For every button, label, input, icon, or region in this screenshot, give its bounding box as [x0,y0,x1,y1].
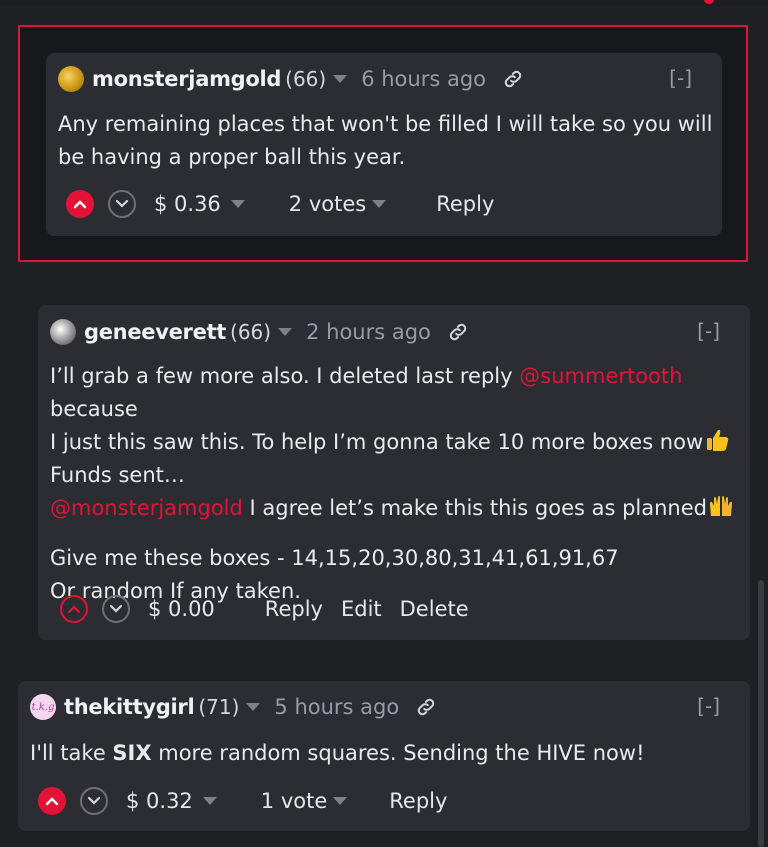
thumbs-up-icon [707,429,729,451]
comment-card: monsterjamgold (66) 6 hours ago [-] Any … [46,53,722,236]
raised-hands-icon [710,496,732,516]
user-photo-avatar[interactable] [50,319,76,345]
username[interactable]: thekittygirl [64,695,195,719]
comment-text: Any remaining places that won't be fille… [58,112,713,169]
tkg-logo-avatar[interactable]: t.k.g [30,694,56,720]
reputation: (66) [285,67,327,91]
chevron-up-icon [45,797,59,806]
upvote-button[interactable] [60,595,88,623]
reply-button[interactable]: Reply [265,597,323,621]
downvote-button[interactable] [80,787,108,815]
reply-button[interactable]: Reply [436,192,494,216]
downvote-button[interactable] [102,595,130,623]
link-icon[interactable] [447,321,469,343]
comment-line: I just this saw this. To help I’m gonna … [50,426,745,459]
delete-button[interactable]: Delete [400,597,469,621]
comment-line: I’ll grab a few more also. I deleted las… [50,360,745,426]
edit-button[interactable]: Edit [341,597,382,621]
comment-text: I’ll grab a few more also. I deleted las… [50,364,520,388]
payout-dropdown-icon[interactable] [230,200,245,208]
downvote-button[interactable] [108,190,136,218]
comment-text: I agree let’s make this this goes as pla… [242,496,707,520]
chevron-down-icon [109,604,123,613]
comment-text: Funds sent… [50,463,185,487]
comment-text: I'll take [30,741,113,765]
username[interactable]: monsterjamgold [92,67,281,91]
chevron-up-icon [67,605,81,614]
link-icon[interactable] [502,68,524,90]
payout-value[interactable]: $ 0.00 [148,597,215,621]
comment-text: more random squares. Sending the HIVE no… [151,741,645,765]
payout-value[interactable]: $ 0.36 [154,192,221,216]
collapse-toggle[interactable]: [-] [669,66,692,90]
comment-header: monsterjamgold (66) 6 hours ago [58,64,524,94]
reply-button[interactable]: Reply [389,789,447,813]
comment-header: t.k.g thekittygirl (71) 5 hours ago [30,692,437,722]
mention-link[interactable]: @monsterjamgold [50,496,243,520]
gold-coin-avatar[interactable] [58,66,84,92]
reputation: (66) [230,320,272,344]
payout-dropdown-icon[interactable] [202,797,217,805]
chevron-up-icon [73,200,87,209]
timestamp[interactable]: 6 hours ago [361,67,486,91]
votes-dropdown-icon[interactable] [333,797,348,805]
comment-text: Give me these boxes - 14,15,20,30,80,31,… [50,546,619,570]
vote-count[interactable]: 2 votes [289,192,366,216]
comment-line: Give me these boxes - 14,15,20,30,80,31,… [50,542,745,575]
comment-body: Any remaining places that won't be fille… [58,108,718,174]
username[interactable]: geneeverett [84,320,226,344]
comment-body: I'll take SIX more random squares. Sendi… [30,737,740,770]
link-icon[interactable] [415,696,437,718]
chevron-down-icon[interactable] [246,703,261,711]
mention-link[interactable]: @summertooth [519,364,682,388]
comment-text: because [50,397,138,421]
comment-line: @monsterjamgold I agree let’s make this … [50,492,745,525]
payout-value[interactable]: $ 0.32 [126,789,193,813]
upvote-button[interactable] [66,190,94,218]
collapse-toggle[interactable]: [-] [697,694,720,718]
top-bar [0,0,768,6]
chevron-down-icon[interactable] [333,75,348,83]
chevron-down-icon[interactable] [278,328,293,336]
comment-actions: $ 0.00 Reply Edit Delete [60,595,469,623]
comment-card: t.k.g thekittygirl (71) 5 hours ago [-] … [18,681,750,831]
comment-header: geneeverett (66) 2 hours ago [50,317,469,347]
comment-actions: $ 0.36 2 votes Reply [66,190,494,218]
timestamp[interactable]: 5 hours ago [274,695,399,719]
scrollbar[interactable] [758,580,764,847]
chevron-down-icon [87,796,101,805]
timestamp[interactable]: 2 hours ago [306,320,431,344]
vote-count[interactable]: 1 vote [261,789,327,813]
upvote-button[interactable] [38,787,66,815]
emphasis-text: SIX [112,741,152,765]
comment-line: Funds sent… [50,459,745,492]
chevron-down-icon [115,199,129,208]
comment-actions: $ 0.32 1 vote Reply [38,787,447,815]
comment-card: geneeverett (66) 2 hours ago [-] I’ll gr… [38,305,750,640]
comment-text: I just this saw this. To help I’m gonna … [50,430,704,454]
reputation: (71) [198,695,240,719]
collapse-toggle[interactable]: [-] [697,319,720,343]
comment-body: I’ll grab a few more also. I deleted las… [50,360,745,608]
votes-dropdown-icon[interactable] [372,200,387,208]
